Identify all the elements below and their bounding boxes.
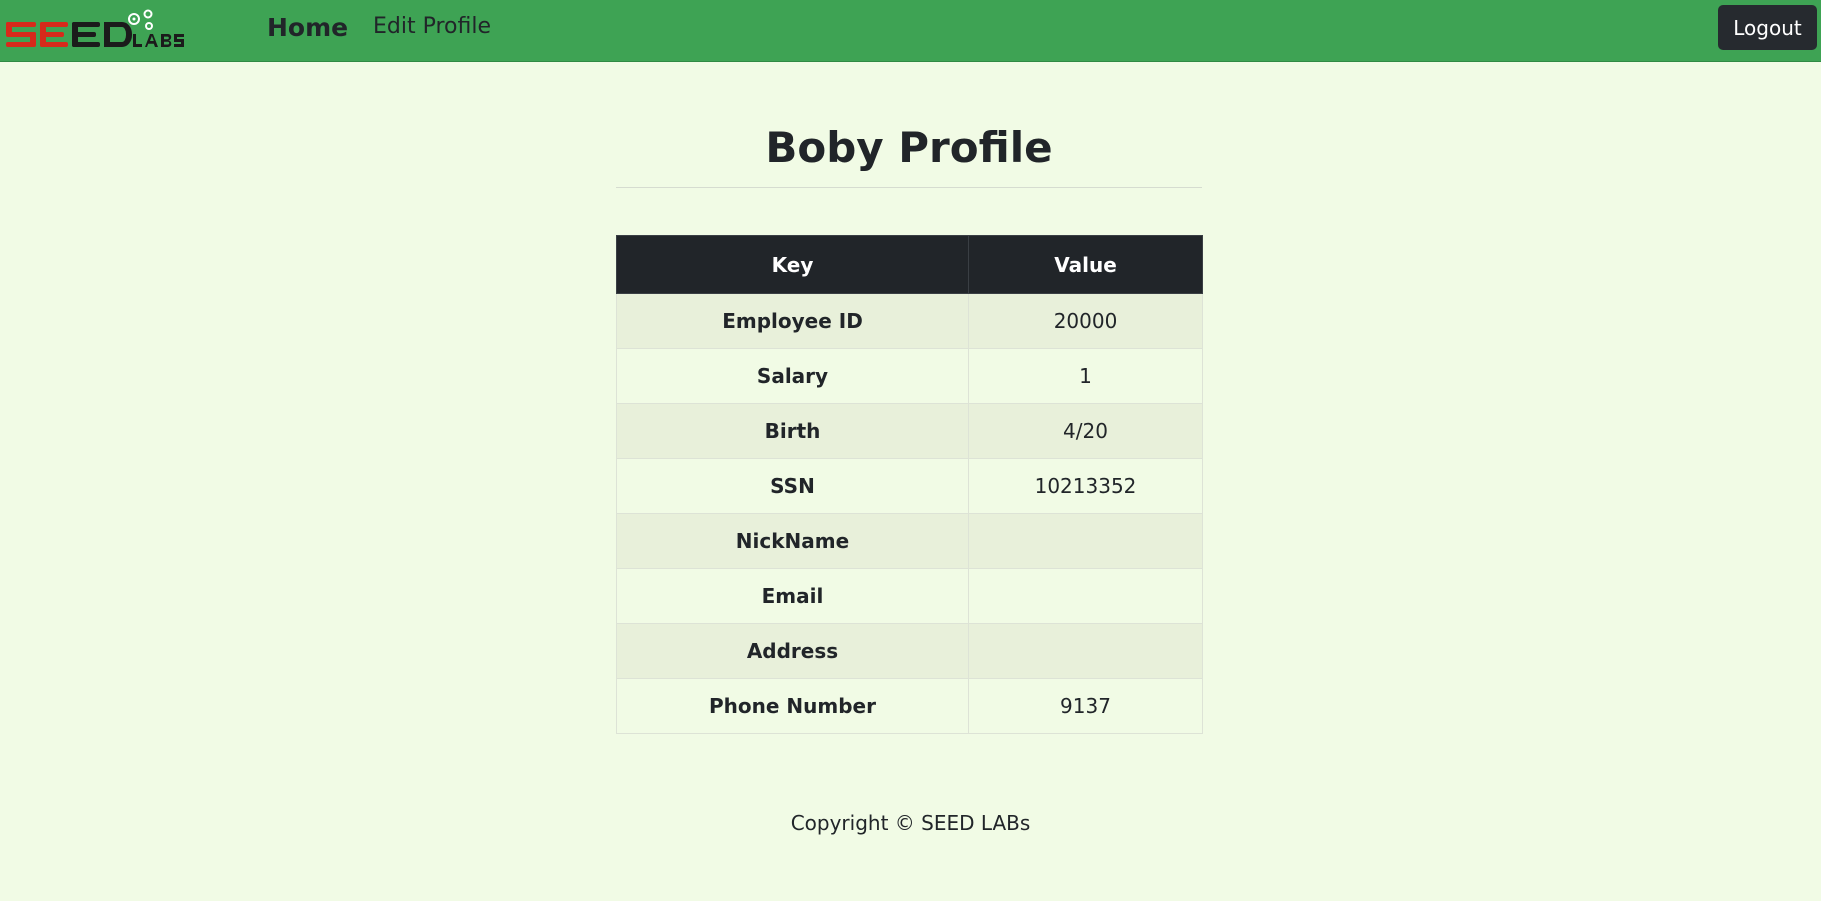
- table-row: Birth 4/20: [616, 403, 1203, 459]
- row-value-email: [968, 568, 1203, 624]
- table-row: Employee ID 20000: [616, 293, 1203, 349]
- table-row: SSN 10213352: [616, 458, 1203, 514]
- profile-table: Key Value Employee ID 20000 Salary 1 Bir…: [616, 235, 1203, 734]
- row-key-phone-number: Phone Number: [616, 678, 969, 734]
- row-key-ssn: SSN: [616, 458, 969, 514]
- row-value-address: [968, 623, 1203, 679]
- row-value-salary: 1: [968, 348, 1203, 404]
- table-row: Email: [616, 568, 1203, 624]
- table-row: NickName: [616, 513, 1203, 569]
- row-value-nickname: [968, 513, 1203, 569]
- row-key-address: Address: [616, 623, 969, 679]
- table-header-row: Key Value: [616, 235, 1203, 294]
- title-divider: [616, 187, 1202, 188]
- row-key-nickname: NickName: [616, 513, 969, 569]
- row-key-email: Email: [616, 568, 969, 624]
- table-row: Salary 1: [616, 348, 1203, 404]
- row-value-phone-number: 9137: [968, 678, 1203, 734]
- row-key-salary: Salary: [616, 348, 969, 404]
- seed-labs-logo[interactable]: [4, 8, 204, 50]
- top-navbar: Home Edit Profile Logout: [0, 0, 1821, 62]
- logout-button[interactable]: Logout: [1718, 5, 1817, 50]
- table-row: Address: [616, 623, 1203, 679]
- row-value-employee-id: 20000: [968, 293, 1203, 349]
- footer-copyright: Copyright © SEED LABs: [790, 811, 1031, 835]
- row-value-ssn: 10213352: [968, 458, 1203, 514]
- row-key-employee-id: Employee ID: [616, 293, 969, 349]
- column-header-value: Value: [968, 235, 1203, 294]
- row-key-birth: Birth: [616, 403, 969, 459]
- nav-edit-profile-link[interactable]: Edit Profile: [373, 12, 491, 42]
- column-header-key: Key: [616, 235, 969, 294]
- nav-home-link[interactable]: Home: [267, 12, 348, 44]
- table-row: Phone Number 9137: [616, 678, 1203, 734]
- row-value-birth: 4/20: [968, 403, 1203, 459]
- page-title: Boby Profile: [765, 123, 1053, 172]
